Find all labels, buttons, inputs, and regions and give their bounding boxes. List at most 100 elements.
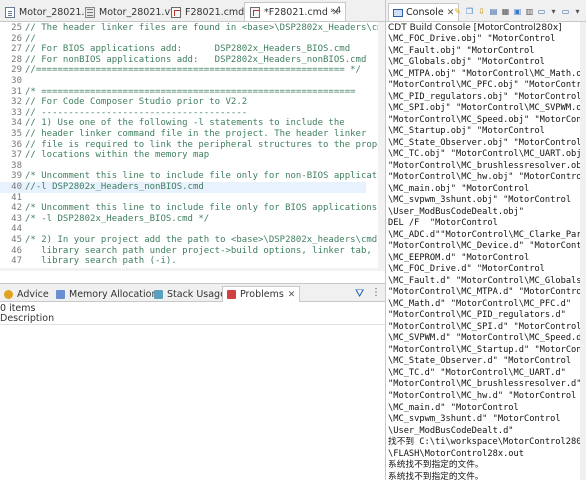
console-line: 系统找不到指定的文件。	[388, 471, 484, 480]
line-number: 27	[11, 44, 22, 55]
editor-tab-f28021-cmd[interactable]: F28021.cmd	[166, 2, 249, 21]
new-console-icon[interactable]: ▭	[560, 5, 571, 17]
code-line[interactable]: 37// locations within the memory map */	[0, 150, 366, 161]
tab-problems[interactable]: Problems ✕	[222, 286, 301, 302]
tab-stack-usage[interactable]: Stack Usage	[150, 286, 230, 302]
console-line: "MotorControl\MC_PID_regulators.d"	[388, 310, 566, 321]
code-line[interactable]: 28// For nonBIOS applications add: DSP28…	[0, 55, 366, 66]
code-line[interactable]: 44	[0, 224, 366, 235]
clear-console-icon[interactable]: ▦	[500, 5, 511, 17]
new-console-dropdown-icon[interactable]: ▾	[572, 5, 583, 17]
console-line: \MC_svpwm_3shunt.d" "MotorControl	[388, 414, 561, 425]
console-line: "MotorControl\MC_MTPA.d" "MotorControl	[388, 287, 580, 298]
code-text: //	[25, 33, 36, 44]
line-number: 37	[11, 150, 22, 161]
console-output[interactable]: \MC_FOC_Drive.obj" "MotorControl \MC_Faul…	[388, 34, 580, 480]
code-line[interactable]: 31/* ===================================…	[0, 87, 366, 98]
scroll-lock-icon[interactable]: ▣	[512, 5, 523, 17]
code-line[interactable]: 33// -----------------------------------…	[0, 108, 366, 119]
show-console-icon[interactable]: ▥	[524, 5, 535, 17]
code-text: /* -l DSP2802x_Headers_BIOS.cmd */	[25, 213, 210, 224]
console-line: \MC_main.obj" "MotorControl	[388, 183, 530, 194]
console-tab-label: Console	[406, 7, 444, 18]
editor-horizontal-scrollbar[interactable]	[0, 268, 378, 271]
panel-divider[interactable]	[385, 0, 386, 480]
line-number: 31	[11, 86, 22, 97]
console-line: \MC_FOC_Drive.obj" "MotorControl	[388, 34, 556, 44]
line-number: 44	[11, 224, 22, 235]
lock-scroll-icon[interactable]: ⇩	[476, 5, 487, 17]
console-line: \MC_Globals.obj" "MotorControl	[388, 57, 545, 68]
code-line[interactable]: 32// For Code Composer Studio prior to V…	[0, 97, 366, 108]
code-editor[interactable]: 25// The header linker files are found i…	[0, 22, 386, 271]
line-number: 41	[11, 192, 22, 203]
console-line: \MC_TC.obj" "MotorControl\MC_UART.obj"	[388, 149, 580, 160]
copy-icon[interactable]: ❐	[464, 5, 475, 17]
console-line: \MC_Math.d" "MotorControl\MC_PFC.d"	[388, 298, 572, 309]
console-line: \MC_MTPA.obj" "MotorControl\MC_Math.obj"	[388, 68, 580, 79]
code-line[interactable]: 26//	[0, 34, 366, 45]
code-line[interactable]: 35// header linker command file in the p…	[0, 129, 366, 140]
problems-column-description[interactable]: Description	[0, 313, 386, 325]
line-number: 38	[11, 160, 22, 171]
console-line: \MC_PID_regulators.obj" "MotorControl	[388, 91, 580, 102]
code-text: library search path (-i).	[25, 256, 177, 267]
code-line[interactable]: 34// 1) Use one of the following -l stat…	[0, 118, 366, 129]
console-line: \MC_FOC_Drive.d" "MotorControl	[388, 264, 545, 275]
tab-memory-allocation[interactable]: Memory Allocation	[52, 286, 162, 302]
code-line[interactable]: 40//-l DSP2802x_Headers_nonBIOS.cmd	[0, 182, 366, 193]
console-line: \MC_State_Observer.obj" "MotorControl	[388, 137, 580, 148]
view-menu-icon[interactable]: ⋮	[371, 287, 381, 298]
line-number: 42	[11, 203, 22, 214]
code-line[interactable]: 45/* 2) In your project add the path to …	[0, 235, 386, 246]
console-line: "MotorControl\MC_PFC.obj" "MotorControl	[388, 80, 580, 91]
code-text: //======================================…	[25, 65, 361, 76]
code-line[interactable]: 39/* Uncomment this line to include file…	[0, 171, 386, 182]
line-number: 45	[11, 235, 22, 245]
word-wrap-icon[interactable]: ▤	[488, 5, 499, 17]
console-line: \MC_Startup.obj" "MotorControl	[388, 126, 545, 137]
tab-overflow-indicator[interactable]: »4	[330, 6, 341, 16]
code-text: /* 2) In your project add the path to <b…	[25, 235, 386, 245]
line-number: 35	[11, 129, 22, 139]
problems-icon	[227, 290, 236, 299]
tab-label: Problems	[240, 289, 284, 300]
code-text: /* Uncomment this line to include file o…	[25, 171, 386, 182]
code-line[interactable]: 25// The header linker files are found i…	[0, 23, 386, 34]
console-line: 系统找不到指定的文件。	[388, 460, 484, 471]
console-scrollbar[interactable]	[580, 22, 586, 480]
close-tab-icon[interactable]: ✕	[288, 290, 296, 300]
code-line[interactable]: 27// For BIOS applications add: DSP2802x…	[0, 44, 366, 55]
code-line[interactable]: 41	[0, 193, 366, 204]
line-number: 29	[11, 65, 22, 76]
code-line[interactable]: 36// file is required to link the periph…	[0, 140, 386, 151]
code-line[interactable]: 43/* -l DSP2802x_Headers_BIOS.cmd */	[0, 214, 366, 225]
code-text: library search path under project->build…	[25, 245, 372, 256]
code-text: // For Code Composer Studio prior to V2.…	[25, 97, 248, 108]
console-line: \MC_State_Observer.d" "MotorControl	[388, 356, 572, 367]
console-toolbar: ✎ ❐ ⇩ ▤ ▦ ▣ ▥ ▭ ▾ ▭ ▾	[452, 5, 583, 17]
cmd-file-icon	[250, 7, 260, 18]
open-console-dropdown-icon[interactable]: ▾	[548, 5, 559, 17]
code-line[interactable]: 47 library search path (-i).	[0, 256, 366, 267]
code-text: // The header linker files are found in …	[25, 23, 386, 33]
console-line: \MC_Fault.d" "MotorControl\MC_Globals.d"	[388, 275, 580, 286]
display-selected-console-icon[interactable]: ▭	[536, 5, 547, 17]
code-line[interactable]: 29//====================================…	[0, 65, 366, 76]
code-line[interactable]: 30	[0, 76, 366, 87]
console-line: "MotorControl\MC_hw.obj" "MotorControl	[388, 172, 580, 183]
pin-icon[interactable]: ✎	[452, 5, 463, 17]
tab-console[interactable]: Console ✕	[388, 3, 460, 21]
tab-advice[interactable]: Advice	[0, 286, 53, 302]
filter-icon[interactable]: ⛛	[355, 287, 364, 301]
code-line[interactable]: 46 library search path under project->bu…	[0, 246, 372, 257]
code-line[interactable]: 38	[0, 161, 366, 172]
editor-tab-label: F28021.cmd	[185, 6, 245, 18]
console-line: \User_ModBusCodeDealt.d"	[388, 425, 514, 436]
line-number: 39	[11, 171, 22, 182]
console-line: 找不到 C:\ti\workspace\MotorControl280x	[388, 437, 580, 448]
advice-icon	[4, 289, 13, 299]
code-line[interactable]: 42/* Uncomment this line to include file…	[0, 203, 386, 214]
console-line: "MotorControl\MC_Startup.d" "MotorContro…	[388, 344, 580, 355]
line-number: 40	[11, 182, 22, 192]
